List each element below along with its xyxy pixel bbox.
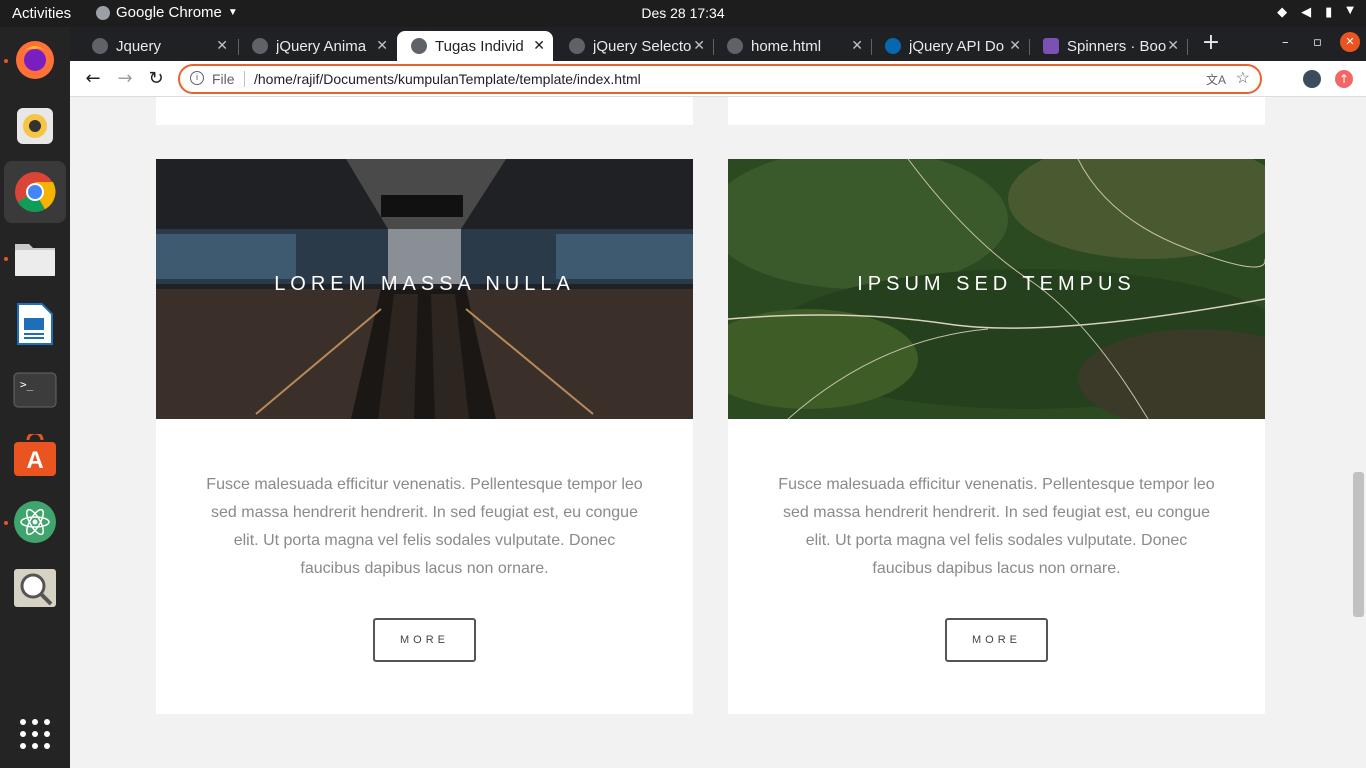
activities-button[interactable]: Activities — [12, 5, 71, 22]
tab-strip: Jquery ✕ jQuery Anima ✕ Tugas Individ ✕ … — [70, 27, 1366, 61]
globe-icon — [411, 38, 427, 54]
jquery-logo-icon — [885, 38, 901, 54]
card-title[interactable]: IPSUM SED TEMPUS — [728, 273, 1265, 296]
close-icon[interactable]: ✕ — [376, 37, 388, 54]
divider — [244, 71, 245, 87]
address-bar[interactable]: i File /home/rajif/Documents/kumpulanTem… — [178, 64, 1262, 94]
chrome-app-icon — [96, 5, 110, 20]
minimize-icon[interactable]: – — [1282, 35, 1289, 50]
close-icon[interactable]: ✕ — [851, 37, 863, 54]
tab-title: home.html — [751, 37, 822, 55]
ubuntu-software-icon[interactable]: A — [12, 433, 58, 479]
running-indicator — [4, 257, 8, 261]
card-image-train-station: LOREM MASSA NULLA — [156, 159, 693, 419]
card-ipsum-sed-tempus: IPSUM SED TEMPUS Fusce malesuada efficit… — [728, 159, 1265, 714]
close-icon[interactable]: ✕ — [216, 37, 228, 54]
volume-icon: ◀ — [1301, 5, 1312, 20]
browser-toolbar: ← → ↻ i File /home/rajif/Documents/kumpu… — [70, 61, 1366, 97]
running-indicator — [4, 521, 8, 525]
tab-title: jQuery API Do — [909, 37, 1005, 55]
tab-title: jQuery Selecto — [593, 37, 692, 55]
globe-icon — [727, 38, 743, 54]
card-title[interactable]: LOREM MASSA NULLA — [156, 273, 693, 296]
tab-jquery[interactable]: Jquery ✕ — [78, 31, 236, 61]
tab-home-html[interactable]: home.html ✕ — [713, 31, 871, 61]
vertical-scrollbar[interactable] — [1353, 472, 1364, 617]
rhythmbox-icon[interactable] — [12, 103, 58, 149]
svg-text:>_: >_ — [20, 378, 34, 391]
tab-title: Spinners · Boo — [1067, 37, 1167, 55]
bootstrap-logo-icon — [1043, 38, 1059, 54]
reload-button[interactable]: ↻ — [145, 68, 167, 90]
firefox-icon[interactable] — [12, 37, 58, 83]
close-icon[interactable]: ✕ — [1009, 37, 1021, 54]
tab-title: Jquery — [116, 37, 162, 55]
url-text[interactable]: /home/rajif/Documents/kumpulanTemplate/t… — [254, 71, 641, 87]
dock: >_ A — [0, 27, 70, 768]
atom-icon[interactable] — [12, 499, 58, 545]
globe-icon — [569, 38, 585, 54]
clock[interactable]: Des 28 17:34 — [641, 5, 724, 21]
app-menu[interactable]: Google Chrome ▼ — [96, 4, 238, 21]
app-grid-icon[interactable] — [12, 711, 58, 757]
libreoffice-impress-icon[interactable] — [12, 301, 58, 347]
chrome-icon[interactable] — [4, 161, 66, 223]
tab-title: Tugas Individ — [435, 37, 524, 55]
bookmark-star-icon[interactable]: ☆ — [1236, 68, 1250, 88]
back-button[interactable]: ← — [82, 68, 104, 90]
close-window-icon[interactable]: ✕ — [1340, 32, 1360, 52]
wifi-icon: ◆ — [1277, 5, 1288, 20]
running-indicator — [4, 59, 8, 63]
globe-icon — [92, 38, 108, 54]
tab-bootstrap-spinners[interactable]: Spinners · Boo ✕ — [1029, 31, 1187, 61]
files-icon[interactable] — [12, 235, 58, 281]
system-top-bar: Activities Google Chrome ▼ Des 28 17:34 … — [0, 0, 1366, 27]
extension-icon[interactable]: ↑ — [1335, 70, 1353, 88]
chevron-down-icon: ▼ — [227, 7, 238, 18]
terminal-icon[interactable]: >_ — [12, 367, 58, 413]
app-menu-label: Google Chrome — [116, 4, 222, 21]
tab-divider — [1187, 39, 1188, 55]
card-image-aerial-hills: IPSUM SED TEMPUS — [728, 159, 1265, 419]
card-description: Fusce malesuada efficitur venenatis. Pel… — [206, 476, 643, 577]
forward-button[interactable]: → — [114, 68, 136, 90]
image-viewer-icon[interactable] — [12, 565, 58, 611]
avatar[interactable] — [1303, 70, 1321, 88]
tab-title: jQuery Anima — [276, 37, 367, 55]
close-icon[interactable]: ✕ — [693, 37, 705, 54]
more-button[interactable]: MORE — [373, 618, 476, 662]
card-lorem-massa-nulla: LOREM MASSA NULLA Fusce malesuada effici… — [156, 159, 693, 714]
card-description: Fusce malesuada efficitur venenatis. Pel… — [778, 476, 1215, 577]
page-viewport: LOREM MASSA NULLA Fusce malesuada effici… — [70, 97, 1366, 768]
power-menu-chevron-icon: ▼ — [1346, 5, 1354, 16]
more-button[interactable]: MORE — [945, 618, 1048, 662]
tab-jquery-api-docs[interactable]: jQuery API Do ✕ — [871, 31, 1029, 61]
svg-text:A: A — [26, 447, 43, 474]
url-scheme-label: File — [212, 71, 235, 87]
close-icon[interactable]: ✕ — [533, 37, 545, 54]
previous-card-bottom — [728, 97, 1265, 125]
previous-card-bottom — [156, 97, 693, 125]
system-tray[interactable]: ◆ ◀ ▮ ▼ — [1277, 5, 1354, 20]
info-icon[interactable]: i — [190, 71, 204, 85]
new-tab-button[interactable]: + — [1200, 32, 1222, 55]
tab-jquery-animate[interactable]: jQuery Anima ✕ — [238, 31, 396, 61]
close-icon[interactable]: ✕ — [1167, 37, 1179, 54]
tab-tugas-individu[interactable]: Tugas Individ ✕ — [397, 31, 553, 61]
maximize-icon[interactable]: ▫ — [1313, 35, 1322, 50]
translate-icon[interactable]: 文A — [1206, 71, 1226, 88]
battery-icon: ▮ — [1325, 5, 1333, 20]
globe-icon — [252, 38, 268, 54]
tab-jquery-selector[interactable]: jQuery Selecto ✕ — [555, 31, 713, 61]
